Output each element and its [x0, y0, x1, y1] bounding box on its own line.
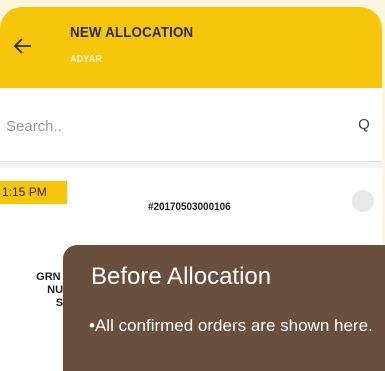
overlay-text: •All confirmed orders are shown here. [89, 315, 385, 337]
overlay-title: Before Allocation [91, 263, 272, 290]
arrow-left-icon [13, 38, 31, 54]
search-input[interactable] [4, 110, 348, 142]
page-subtitle: ADYAR [70, 54, 102, 65]
search-bar: Q [0, 88, 382, 162]
overlay-description: All confirmed orders are shown here. [94, 316, 373, 335]
title-block: NEW ALLOCATION ADYAR [70, 25, 204, 65]
select-radio[interactable] [352, 190, 374, 212]
tutorial-overlay: Before Allocation •All confirmed orders … [63, 245, 385, 371]
back-button[interactable] [6, 29, 40, 63]
search-button[interactable]: Q [354, 112, 374, 138]
time-badge: 1:15 PM [0, 181, 67, 204]
app-bar: NEW ALLOCATION ADYAR [0, 7, 382, 88]
page-title: NEW ALLOCATION [70, 25, 194, 41]
order-id: #20170503000106 [148, 201, 231, 213]
